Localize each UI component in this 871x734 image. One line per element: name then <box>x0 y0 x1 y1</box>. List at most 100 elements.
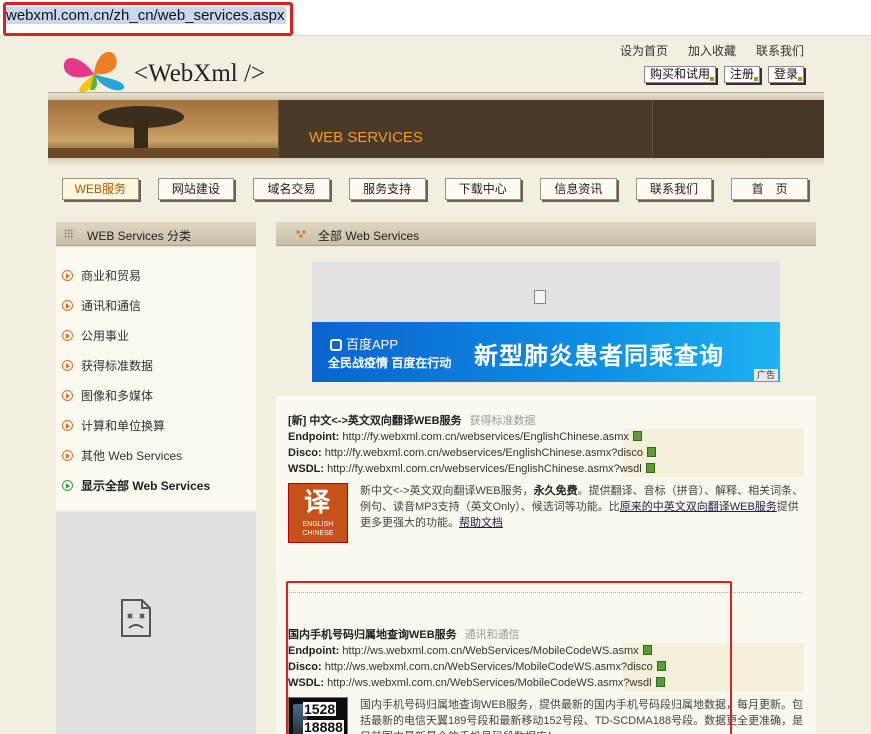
sidebar-item-label: 通讯和通信 <box>81 297 141 314</box>
old-translate-link[interactable]: 原来的中英文双向翻译WEB服务 <box>620 501 777 513</box>
register-button[interactable]: 注册 <box>724 66 760 83</box>
main-title: 全部 Web Services <box>318 227 419 244</box>
nav-home[interactable]: 首 页 <box>731 178 808 200</box>
nav-download-center[interactable]: 下载中心 <box>445 178 522 200</box>
login-label: 登录 <box>774 67 798 81</box>
wsdl-label: WSDL: <box>288 463 324 475</box>
nav-news[interactable]: 信息资讯 <box>540 178 617 200</box>
sidebar-item-label: 其他 Web Services <box>81 447 182 464</box>
service-item: [新] 中文<->英文双向翻译WEB服务获得标准数据 Endpoint: htt… <box>288 414 804 545</box>
login-button[interactable]: 登录 <box>768 66 804 83</box>
sidebar-item-unit-conversion[interactable]: 计算和单位换算 <box>56 410 256 440</box>
sidebar-image-placeholder <box>56 512 256 734</box>
banner-right-panel <box>652 100 824 158</box>
baidu-paw-icon <box>330 339 342 351</box>
sidebar-category-list: 商业和贸易 通讯和通信 公用事业 获得标准数据 图像和多媒体 计算和单位换算 其… <box>56 248 256 510</box>
banner-title: WEB SERVICES <box>309 129 423 146</box>
baidu-ad-banner[interactable]: 百度APP 全民战疫情 百度在行动 新型肺炎患者同乘查询 广告 <box>312 322 780 382</box>
banner: WEB SERVICES <box>48 100 824 158</box>
ad-app-name: 百度APP <box>330 334 398 353</box>
sidebar-item-multimedia[interactable]: 图像和多媒体 <box>56 380 256 410</box>
sidebar-title: WEB Services 分类 <box>87 227 191 244</box>
arrow-bullet-icon <box>62 300 73 311</box>
nav-service-support[interactable]: 服务支持 <box>349 178 426 200</box>
sidebar-item-label: 计算和单位换算 <box>81 417 165 434</box>
disco-row: Disco: http://fy.webxml.com.cn/webservic… <box>288 445 804 461</box>
contact-us-link[interactable]: 联系我们 <box>756 42 804 59</box>
main-nav: WEB服务 网站建设 域名交易 服务支持 下载中心 信息资讯 联系我们 首 页 <box>62 178 808 200</box>
nav-website-building[interactable]: 网站建设 <box>158 178 235 200</box>
thumb-label-line2: CHINESE <box>302 530 333 537</box>
url-highlight-box <box>3 2 293 36</box>
register-label: 注册 <box>730 67 754 81</box>
thumb-label: ENGLISH CHINESE <box>289 520 347 538</box>
thumb-label-line1: ENGLISH <box>303 521 334 528</box>
nav-contact-us[interactable]: 联系我们 <box>636 178 713 200</box>
sidebar-item-other[interactable]: 其他 Web Services <box>56 440 256 470</box>
service-title-row: [新] 中文<->英文双向翻译WEB服务获得标准数据 <box>288 414 804 429</box>
buy-trial-label: 购买和试用 <box>650 67 710 81</box>
desc-part: 新中文<->英文双向翻译WEB服务， <box>360 485 534 497</box>
image-placeholder-icon <box>534 290 546 304</box>
sidebar-item-label: 显示全部 Web Services <box>81 477 210 494</box>
dots-icon <box>296 230 306 238</box>
set-homepage-link[interactable]: 设为首页 <box>620 42 668 59</box>
top-links: 设为首页 加入收藏 联系我们 <box>620 42 804 59</box>
banner-tree-image <box>48 100 278 158</box>
doc-icon[interactable] <box>646 463 655 473</box>
wsdl-url[interactable]: http://fy.webxml.com.cn/webservices/Engl… <box>327 463 642 475</box>
arrow-bullet-icon <box>62 480 73 491</box>
service-body: 译 ENGLISH CHINESE 新中文<->英文双向翻译WEB服务，永久免费。… <box>288 483 804 545</box>
sidebar-item-communication[interactable]: 通讯和通信 <box>56 290 256 320</box>
arrow-bullet-icon <box>62 360 73 371</box>
thumb-char: 译 <box>297 488 337 518</box>
sidebar-item-label: 获得标准数据 <box>81 357 153 374</box>
page: <WebXml /> 设为首页 加入收藏 联系我们 购买和试用 注册 登录 WE… <box>48 36 824 734</box>
top-buttons: 购买和试用 注册 登录 <box>644 66 804 83</box>
sidebar-item-utilities[interactable]: 公用事业 <box>56 320 256 350</box>
sidebar-item-label: 商业和贸易 <box>81 267 141 284</box>
nav-web-services[interactable]: WEB服务 <box>62 178 139 200</box>
buy-trial-button[interactable]: 购买和试用 <box>644 66 716 83</box>
banner-title-panel: WEB SERVICES <box>278 100 652 158</box>
translate-thumbnail: 译 ENGLISH CHINESE <box>288 483 348 543</box>
service-category[interactable]: 获得标准数据 <box>470 415 536 427</box>
arrow-bullet-icon <box>62 420 73 431</box>
arrow-bullet-icon <box>62 390 73 401</box>
main-header: 全部 Web Services <box>276 222 816 246</box>
ad-headline: 新型肺炎患者同乘查询 <box>474 336 724 371</box>
sidebar-header: WEB Services 分类 <box>56 222 256 246</box>
site-logo-text[interactable]: <WebXml /> <box>134 60 265 88</box>
ad-tag: 广告 <box>754 369 778 381</box>
doc-icon[interactable] <box>647 447 656 457</box>
grid-icon <box>64 229 74 239</box>
sidebar-item-business[interactable]: 商业和贸易 <box>56 260 256 290</box>
doc-icon[interactable] <box>633 431 642 441</box>
endpoint-url[interactable]: http://fy.webxml.com.cn/webservices/Engl… <box>342 431 629 443</box>
add-favorite-link[interactable]: 加入收藏 <box>688 42 736 59</box>
service-highlight-box <box>286 581 732 734</box>
sidebar-item-label: 图像和多媒体 <box>81 387 153 404</box>
banner-top-strip <box>48 92 824 100</box>
wsdl-row: WSDL: http://fy.webxml.com.cn/webservice… <box>288 461 804 477</box>
ad-slogan: 全民战疫情 百度在行动 <box>328 354 451 371</box>
address-bar[interactable]: webxml.com.cn/zh_cn/web_services.aspx <box>0 0 871 36</box>
arrow-bullet-icon <box>62 330 73 341</box>
ad-container[interactable]: 百度APP 全民战疫情 百度在行动 新型肺炎患者同乘查询 广告 <box>312 262 780 382</box>
disco-url[interactable]: http://fy.webxml.com.cn/webservices/Engl… <box>325 447 643 459</box>
disco-label: Disco: <box>288 447 322 459</box>
sidebar-item-label: 公用事业 <box>81 327 129 344</box>
sidebar-item-all[interactable]: 显示全部 Web Services <box>56 470 256 500</box>
banner-bottom-strip <box>48 158 824 166</box>
broken-image-icon <box>120 598 152 638</box>
service-description: 新中文<->英文双向翻译WEB服务，永久免费。提供翻译、音标（拼音）、解释、相关… <box>360 483 804 531</box>
endpoint-label: Endpoint: <box>288 431 339 443</box>
desc-bold: 永久免费 <box>534 485 578 497</box>
service-title-link[interactable]: [新] 中文<->英文双向翻译WEB服务 <box>288 415 462 427</box>
arrow-bullet-icon <box>62 450 73 461</box>
butterfly-logo-icon <box>60 44 130 94</box>
help-doc-link[interactable]: 帮助文档 <box>459 517 503 529</box>
arrow-bullet-icon <box>62 270 73 281</box>
sidebar-item-standard-data[interactable]: 获得标准数据 <box>56 350 256 380</box>
nav-domain-trading[interactable]: 域名交易 <box>253 178 330 200</box>
